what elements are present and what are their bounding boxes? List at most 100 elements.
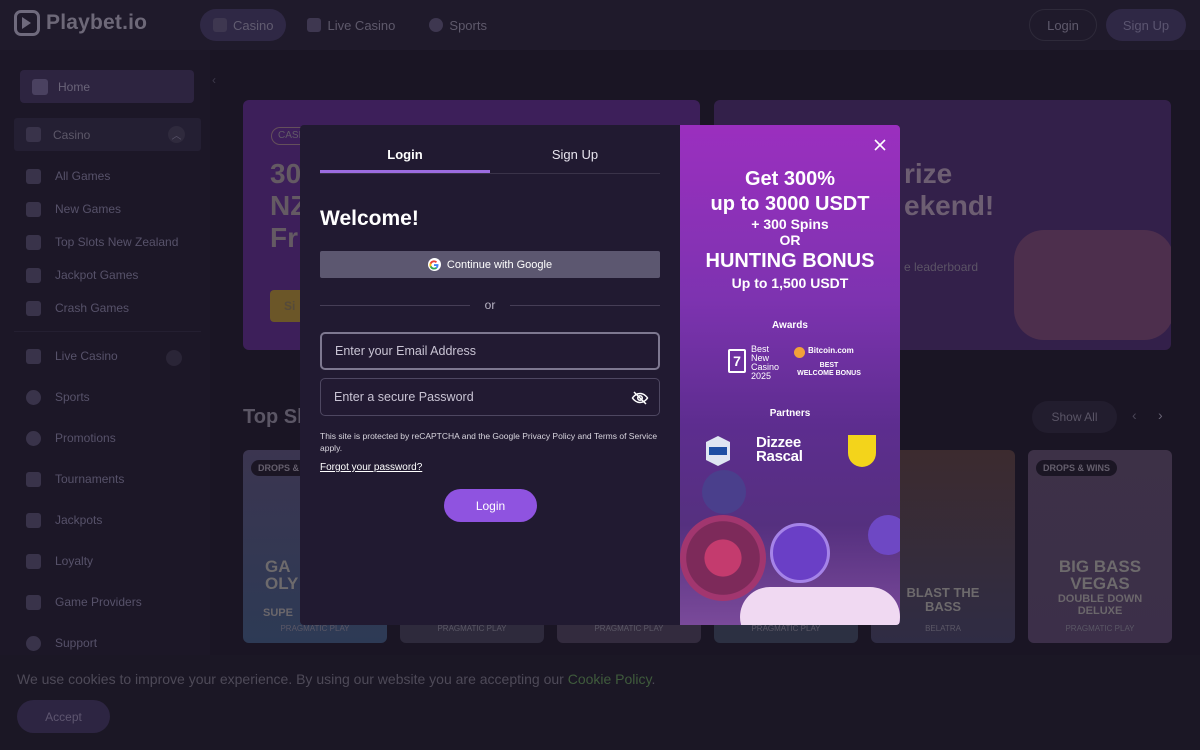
- login-form-panel: Login Sign Up Welcome! Continue with Goo…: [300, 125, 680, 625]
- sidebar-item-top-slots[interactable]: Top Slots New Zealand: [26, 233, 178, 251]
- sidebar-item-label: Tournaments: [55, 472, 125, 486]
- trophy-icon: [26, 471, 41, 487]
- header-signup-button[interactable]: Sign Up: [1106, 9, 1186, 41]
- sidebar-item-game-providers[interactable]: Game Providers: [26, 593, 142, 611]
- tab-live-casino[interactable]: Live Casino: [294, 9, 408, 41]
- sidebar-item-label: Support: [55, 636, 98, 650]
- sidebar-item-jackpots[interactable]: Jackpots: [26, 511, 102, 529]
- recaptcha-notice: This site is protected by reCAPTCHA and …: [320, 431, 658, 453]
- partners-heading: Partners: [769, 408, 811, 419]
- support-icon: [26, 635, 41, 651]
- awards-heading: Awards: [772, 320, 808, 331]
- sidebar-item-label: Top Slots New Zealand: [55, 235, 179, 249]
- section-title: Top Sl: [243, 406, 303, 428]
- award-number: 7: [728, 349, 746, 373]
- providers-icon: [26, 594, 41, 610]
- sidebar-item-label: Live Casino: [55, 349, 118, 363]
- partner-dizzee-rascal-logo: Dizzee Rascal: [756, 434, 803, 465]
- sidebar-item-home[interactable]: Home: [20, 70, 194, 103]
- live-indicator-icon: [166, 350, 182, 366]
- casino-icon: [213, 18, 227, 32]
- go-kart-image: [1014, 230, 1171, 340]
- bitcoin-icon: [794, 347, 805, 358]
- award-bitcoin-com: Bitcoin.com BEST WELCOME BONUS: [794, 346, 864, 380]
- modal-tabs: Login Sign Up: [320, 147, 660, 174]
- award-text: BEST WELCOME BONUS: [797, 362, 861, 377]
- cookie-policy-link[interactable]: Cookie Policy: [568, 671, 652, 687]
- ethereum-coin-icon: [770, 523, 830, 583]
- chevron-right-icon[interactable]: ›: [1158, 407, 1163, 423]
- tab-login[interactable]: Login: [320, 147, 490, 173]
- sidebar-divider: [14, 331, 201, 332]
- game-provider: PRAGMATIC PLAY: [594, 624, 664, 633]
- sidebar-item-crash-games[interactable]: Crash Games: [26, 299, 129, 317]
- promo-line: up to 3000 USDT: [710, 193, 870, 215]
- google-icon: [427, 258, 441, 271]
- tab-casino-label: Casino: [233, 17, 274, 33]
- cookie-accept-button[interactable]: Accept: [17, 700, 110, 733]
- sidebar-item-label: Promotions: [55, 431, 116, 445]
- promo-hunting-bonus: HUNTING BONUS: [705, 250, 875, 272]
- close-icon[interactable]: [873, 138, 887, 152]
- home-icon: [32, 78, 48, 95]
- password-field[interactable]: Enter a secure Password: [320, 378, 660, 416]
- sidebar-item-live-casino[interactable]: Live Casino: [26, 347, 118, 365]
- sidebar-item-label: Casino: [53, 127, 91, 142]
- google-button-label: Continue with Google: [446, 258, 553, 271]
- sidebar-item-promotions[interactable]: Promotions: [26, 429, 116, 447]
- partner-badge-icon: [706, 436, 730, 466]
- forgot-password-link[interactable]: Forgot your password?: [320, 462, 422, 473]
- sidebar-item-support[interactable]: Support: [26, 634, 97, 652]
- sidebar-item-new-games[interactable]: New Games: [26, 200, 121, 218]
- show-all-button[interactable]: Show All: [1032, 401, 1117, 433]
- game-card[interactable]: DROPS & WINS BIG BASS VEGAS DOUBLE DOWN …: [1028, 450, 1172, 643]
- sidebar-item-loyalty[interactable]: Loyalty: [26, 552, 93, 570]
- grid-icon: [26, 168, 41, 184]
- welcome-heading: Welcome!: [320, 207, 419, 230]
- continue-with-google-button[interactable]: Continue with Google: [320, 251, 660, 278]
- eye-off-icon[interactable]: [631, 389, 649, 407]
- logo[interactable]: Playbet.io: [14, 10, 147, 36]
- partner-club-crest-icon: [848, 435, 876, 467]
- cookie-text: We use cookies to improve your experienc…: [17, 671, 655, 687]
- promo-line: Get 300%: [744, 168, 836, 190]
- tab-signup[interactable]: Sign Up: [490, 147, 660, 173]
- login-modal: Login Sign Up Welcome! Continue with Goo…: [300, 125, 900, 625]
- chevron-left-icon[interactable]: ‹: [1132, 407, 1137, 423]
- chevron-up-icon[interactable]: ︿: [168, 126, 185, 143]
- slots-icon: [26, 234, 41, 250]
- sidebar-item-label: New Games: [55, 202, 122, 216]
- promo-spins: + 300 Spins OR: [680, 216, 900, 248]
- banner-headline: rize ekend!: [904, 158, 994, 222]
- header-login-button[interactable]: Login: [1029, 9, 1097, 41]
- game-badge: DROPS & WINS: [1036, 460, 1118, 476]
- sidebar-item-tournaments[interactable]: Tournaments: [26, 470, 124, 488]
- casino-icon: [26, 127, 41, 142]
- game-provider: PRAGMATIC PLAY: [280, 624, 350, 633]
- banner-cta-label: Si: [284, 299, 296, 313]
- logo-text: Playbet.io: [46, 11, 148, 34]
- sidebar-item-all-games[interactable]: All Games: [26, 167, 110, 185]
- top-navigation: Playbet.io Casino Live Casino Sports Log…: [0, 0, 1200, 50]
- plane-icon: [26, 300, 41, 316]
- banner-headline-line: rize: [904, 158, 953, 189]
- sidebar-item-label: Sports: [55, 390, 90, 404]
- award-best-new-casino: 7 Best New Casino 2025: [724, 345, 796, 381]
- sidebar: Home Casino ︿ All Games New Games Top Sl…: [0, 50, 210, 750]
- login-submit-button[interactable]: Login: [444, 489, 537, 522]
- sidebar-item-casino[interactable]: Casino ︿: [14, 118, 201, 151]
- award-text: Best New Casino 2025: [751, 344, 780, 381]
- collapse-sidebar-icon[interactable]: ‹: [212, 73, 216, 87]
- tab-sports[interactable]: Sports: [416, 9, 500, 41]
- sidebar-item-label: Jackpot Games: [55, 268, 139, 282]
- tab-casino[interactable]: Casino: [200, 9, 287, 41]
- jackpot-icon: [26, 512, 41, 528]
- cookie-suffix: .: [651, 671, 656, 687]
- sidebar-item-jackpot-games[interactable]: Jackpot Games: [26, 266, 138, 284]
- email-field[interactable]: Enter your Email Address: [320, 332, 660, 370]
- promo-panel: Get 300% up to 3000 USDT + 300 Spins OR …: [680, 125, 900, 625]
- sidebar-item-label: Loyalty: [55, 554, 94, 568]
- tab-live-casino-label: Live Casino: [327, 17, 396, 33]
- sidebar-item-sports[interactable]: Sports: [26, 388, 90, 406]
- promo-hunting-amount: Up to 1,500 USDT: [731, 275, 849, 291]
